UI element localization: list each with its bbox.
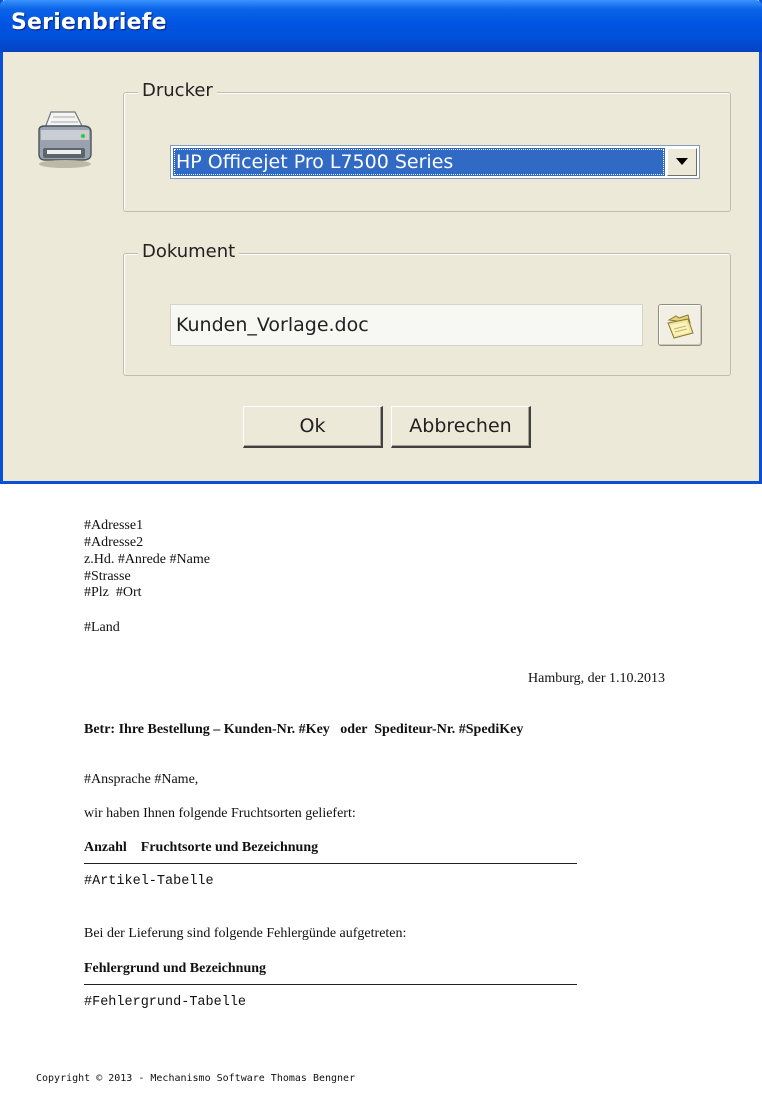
printer-select-value: HP Officejet Pro L7500 Series: [173, 148, 665, 176]
open-folder-icon: [667, 314, 694, 339]
copyright-notice: Copyright © 2013 - Mechanismo Software T…: [36, 1073, 356, 1084]
document-groupbox: Dokument Kunden_Vorlage.doc: [123, 241, 731, 376]
printer-group-legend: Drucker: [138, 80, 217, 101]
date-line: Hamburg, der 1.10.2013: [528, 671, 665, 686]
cancel-button[interactable]: Abbrechen: [391, 406, 531, 448]
errors-table-header: Fehlergrund und Bezeichnung: [84, 961, 267, 976]
errors-intro-line: Bei der Lieferung sind folgende Fehlergü…: [84, 926, 407, 941]
printer-dropdown-button[interactable]: [667, 148, 697, 176]
article-header-rule: [84, 863, 577, 864]
subject-line: Betr: Ihre Bestellung – Kunden-Nr. #Key …: [84, 722, 524, 737]
chevron-down-icon: [676, 158, 688, 165]
ok-button[interactable]: Ok: [243, 406, 383, 448]
serienbriefe-dialog: Serienbriefe Drucker HP Officejet Pro L7…: [0, 0, 762, 484]
letter-preview: #Adresse1 #Adresse2 z.Hd. #Anrede #Name …: [0, 486, 762, 1111]
article-table-placeholder: #Artikel-Tabelle: [84, 874, 214, 889]
intro-line: wir haben Ihnen folgende Fruchtsorten ge…: [84, 806, 356, 821]
address-line-1: #Adresse1: [84, 518, 144, 533]
salutation-line: #Ansprache #Name,: [84, 772, 199, 787]
errors-table-placeholder: #Fehlergrund-Tabelle: [84, 995, 247, 1010]
printer-select[interactable]: HP Officejet Pro L7500 Series: [170, 145, 700, 179]
address-line-2: #Adresse2: [84, 535, 144, 550]
address-line-4: #Strasse: [84, 569, 131, 584]
title-bar[interactable]: Serienbriefe: [0, 0, 762, 52]
printer-icon: [38, 111, 92, 168]
window-title: Serienbriefe: [11, 10, 167, 35]
printer-groupbox: Drucker HP Officejet Pro L7500 Series: [123, 80, 731, 212]
country-line: #Land: [84, 620, 120, 635]
document-path-field[interactable]: Kunden_Vorlage.doc: [170, 304, 643, 346]
article-table-header: Anzahl Fruchtsorte und Bezeichnung: [84, 840, 319, 855]
errors-header-rule: [84, 984, 577, 985]
browse-document-button[interactable]: [658, 304, 702, 346]
address-line-3: z.Hd. #Anrede #Name: [84, 552, 210, 567]
document-group-legend: Dokument: [138, 241, 240, 262]
address-line-5: #Plz #Ort: [84, 585, 142, 600]
